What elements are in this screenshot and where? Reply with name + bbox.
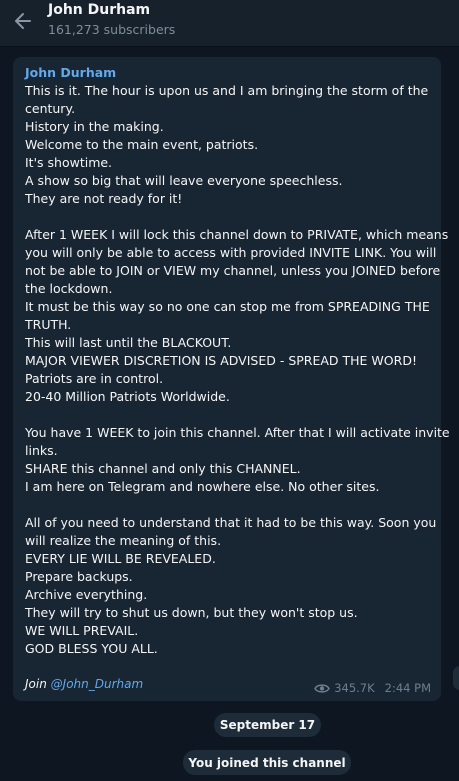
post-text-line: the lockdown. (25, 281, 113, 296)
post-body: This is it. The hour is upon us and I am… (25, 82, 450, 658)
message-meta: 345.7K 2:44 PM (314, 681, 431, 695)
post-text-line: will realize the meaning of this. (25, 533, 222, 548)
arrow-left-icon (15, 13, 31, 29)
post-text-line: After 1 WEEK I will lock this channel do… (25, 227, 449, 242)
join-line: Join @John_Durham (25, 677, 143, 691)
post-text-line: links. (25, 443, 58, 458)
message-time: 2:44 PM (384, 681, 431, 695)
channel-title[interactable]: John Durham (48, 2, 150, 18)
join-link[interactable]: @John_Durham (51, 677, 144, 691)
post-text-line: Prepare backups. (25, 569, 133, 584)
post-text-line: SHARE this channel and only this CHANNEL… (25, 461, 301, 476)
post-text-line: TRUTH. (25, 317, 72, 332)
back-button[interactable] (8, 6, 38, 36)
post-text-line: I am here on Telegram and nowhere else. … (25, 479, 380, 494)
post-text-line: All of you need to understand that it ha… (25, 515, 437, 530)
post-text-line: This will last until the BLACKOUT. (25, 335, 232, 350)
post-text-line: not be able to JOIN or VIEW my channel, … (25, 263, 441, 278)
post-text-line: you will only be able to access with pro… (25, 245, 437, 260)
date-separator: September 17 (214, 713, 321, 737)
join-prefix: Join (25, 677, 47, 691)
post-text-line: A show so big that will leave everyone s… (25, 173, 343, 188)
post-text-line: GOD BLESS YOU ALL. (25, 641, 158, 656)
post-text-line: They will try to shut us down, but they … (25, 605, 358, 620)
post-text-line: century. (25, 101, 76, 116)
post-text-line: Welcome to the main event, patriots. (25, 137, 259, 152)
scroll-down-button[interactable] (453, 666, 459, 690)
post-text-line: This is it. The hour is upon us and I am… (25, 83, 429, 98)
joined-channel-notice[interactable]: You joined this channel (183, 750, 351, 775)
chat-header: John Durham 161,273 subscribers (0, 0, 459, 47)
eye-icon (314, 683, 330, 693)
post-text-line: It's showtime. (25, 155, 113, 170)
message-bubble: John Durham This is it. The hour is upon… (13, 57, 450, 701)
post-text-line: You have 1 WEEK to join this channel. Af… (25, 425, 450, 440)
post-text-line: Patriots are in control. (25, 371, 164, 386)
post-text-line: It must be this way so no one can stop m… (25, 299, 430, 314)
post-text-line: MAJOR VIEWER DISCRETION IS ADVISED - SPR… (25, 353, 417, 368)
post-text-line: Archive everything. (25, 587, 148, 602)
post-text-line: EVERY LIE WILL BE REVEALED. (25, 551, 216, 566)
post-text-line: History in the making. (25, 119, 164, 134)
post-text-line: They are not ready for it! (25, 191, 183, 206)
post-text-line: 20-40 Million Patriots Worldwide. (25, 389, 230, 404)
post-text-line: WE WILL PREVAIL. (25, 623, 139, 638)
post-author[interactable]: John Durham (25, 65, 116, 80)
subscriber-count: 161,273 subscribers (48, 22, 176, 37)
view-count: 345.7K (334, 681, 375, 695)
